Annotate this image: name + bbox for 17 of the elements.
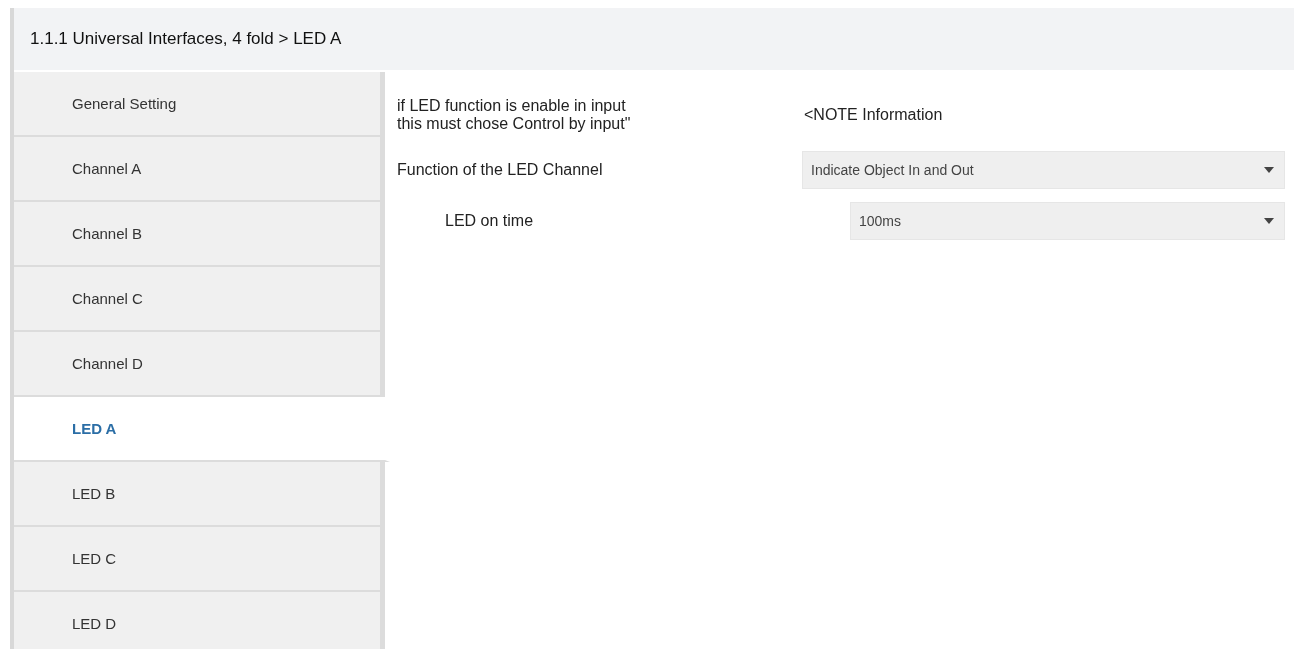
sidebar-item[interactable]: Channel A [14, 137, 385, 202]
caret-icon [1264, 217, 1274, 224]
caret-icon [1264, 166, 1274, 173]
parameter-label: if LED function is enable in input this must chose Control by input" [397, 96, 631, 132]
parameter-label: LED on time [445, 211, 534, 229]
sidebar-item[interactable]: Channel C [14, 267, 385, 332]
sidebar-item[interactable]: Channel D [14, 332, 385, 397]
sidebar-item[interactable]: Channel B [14, 202, 385, 267]
sidebar-item[interactable]: LED C [14, 527, 385, 592]
dropdown[interactable]: 100ms [850, 201, 1285, 240]
page-title: 1.1.1 Universal Interfaces, 4 fold > LED A [30, 29, 342, 49]
parameter-label: Function of the LED Channel [397, 160, 603, 178]
dropdown[interactable]: Indicate Object In and Out [802, 150, 1285, 189]
sidebar-item[interactable]: LED D [14, 592, 385, 649]
sidebar-item[interactable]: LED B [14, 462, 385, 527]
sidebar-item[interactable]: General Setting [14, 72, 385, 137]
note-text: <NOTE Information [803, 105, 943, 123]
